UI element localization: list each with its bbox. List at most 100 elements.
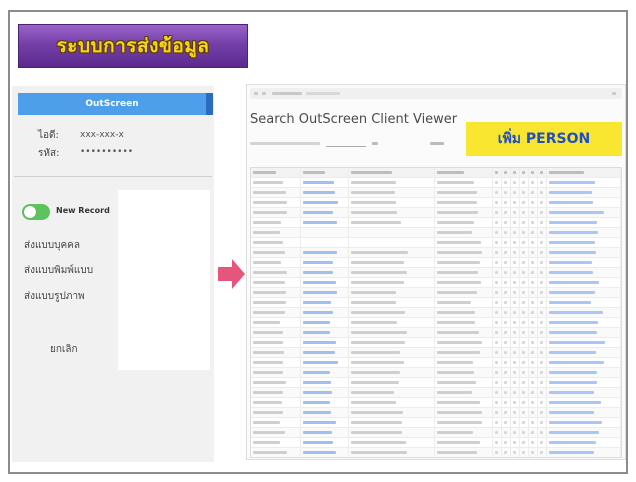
- table-cell-link[interactable]: [547, 348, 621, 357]
- table-cell-link[interactable]: [547, 208, 621, 217]
- table-cell-id[interactable]: [301, 358, 349, 367]
- table-cell-id[interactable]: [301, 318, 349, 327]
- table-cell-link[interactable]: [547, 258, 621, 267]
- table-row[interactable]: [251, 238, 621, 248]
- table-cell-link[interactable]: [547, 438, 621, 447]
- table-cell-link[interactable]: [547, 228, 621, 237]
- table-cell-id[interactable]: [301, 348, 349, 357]
- table-cell-link[interactable]: [547, 398, 621, 407]
- table-cell-id[interactable]: [301, 328, 349, 337]
- table-cell-link[interactable]: [547, 368, 621, 377]
- table-row[interactable]: [251, 358, 621, 368]
- table-row[interactable]: [251, 328, 621, 338]
- password-field[interactable]: ••••••••••: [80, 147, 133, 157]
- table-row[interactable]: [251, 308, 621, 318]
- table-row[interactable]: [251, 278, 621, 288]
- table-cell-id[interactable]: [301, 208, 349, 217]
- table-cell-link[interactable]: [547, 378, 621, 387]
- table-row[interactable]: [251, 298, 621, 308]
- table-cell-link[interactable]: [547, 248, 621, 257]
- table-cell-id[interactable]: [301, 428, 349, 437]
- table-cell-id[interactable]: [301, 308, 349, 317]
- table-cell-id[interactable]: [301, 248, 349, 257]
- table-cell-id[interactable]: [301, 438, 349, 447]
- table-cell-link[interactable]: [547, 218, 621, 227]
- table-row[interactable]: [251, 178, 621, 188]
- option-send-image[interactable]: ส่งแบบรูปภาพ: [24, 289, 85, 304]
- table-row[interactable]: [251, 408, 621, 418]
- option-send-person[interactable]: ส่งแบบบุคคล: [24, 238, 80, 253]
- login-button[interactable]: OutScreen: [18, 93, 206, 115]
- table-cell-id[interactable]: [301, 288, 349, 297]
- table-cell-link[interactable]: [547, 358, 621, 367]
- table-row[interactable]: [251, 398, 621, 408]
- filter-dropdown-icon[interactable]: [372, 142, 378, 145]
- table-cell-link[interactable]: [547, 238, 621, 247]
- table-cell-link[interactable]: [547, 288, 621, 297]
- table-cell-id[interactable]: [301, 368, 349, 377]
- table-cell-id[interactable]: [301, 238, 349, 247]
- id-field[interactable]: xxx-xxx-x: [80, 130, 124, 140]
- new-record-toggle[interactable]: [22, 204, 50, 220]
- table-cell-id[interactable]: [301, 408, 349, 417]
- table-cell-id[interactable]: [301, 228, 349, 237]
- table-cell-link[interactable]: [547, 328, 621, 337]
- table-cell-link[interactable]: [547, 278, 621, 287]
- table-cell-id[interactable]: [301, 178, 349, 187]
- table-cell-link[interactable]: [547, 198, 621, 207]
- table-cell-link[interactable]: [547, 418, 621, 427]
- table-cell-id[interactable]: [301, 198, 349, 207]
- table-cell-link[interactable]: [547, 268, 621, 277]
- table-cell-id[interactable]: [301, 258, 349, 267]
- table-cell-id[interactable]: [301, 278, 349, 287]
- table-cell-link[interactable]: [547, 338, 621, 347]
- table-cell-link[interactable]: [547, 308, 621, 317]
- table-row[interactable]: [251, 248, 621, 258]
- table-cell-id[interactable]: [301, 268, 349, 277]
- table-cell-id[interactable]: [301, 188, 349, 197]
- table-row[interactable]: [251, 418, 621, 428]
- table-cell-link[interactable]: [547, 388, 621, 397]
- back-icon[interactable]: [254, 92, 258, 95]
- add-person-button[interactable]: เพิ่ม PERSON: [466, 122, 622, 156]
- table-row[interactable]: [251, 378, 621, 388]
- table-cell-link[interactable]: [547, 428, 621, 437]
- table-row[interactable]: [251, 198, 621, 208]
- table-cell-link[interactable]: [547, 448, 621, 457]
- table-row[interactable]: [251, 338, 621, 348]
- table-row[interactable]: [251, 318, 621, 328]
- address-bar[interactable]: [250, 88, 622, 99]
- table-cell-id[interactable]: [301, 418, 349, 427]
- login-button-tab[interactable]: [206, 93, 213, 115]
- cancel-button[interactable]: ยกเลิก: [50, 342, 78, 357]
- table-row[interactable]: [251, 268, 621, 278]
- table-row[interactable]: [251, 188, 621, 198]
- option-send-form[interactable]: ส่งแบบพิมพ์แบบ: [24, 263, 93, 278]
- forward-icon[interactable]: [262, 92, 266, 95]
- table-row[interactable]: [251, 218, 621, 228]
- table-cell-id[interactable]: [301, 298, 349, 307]
- table-cell-link[interactable]: [547, 188, 621, 197]
- table-cell-link[interactable]: [547, 408, 621, 417]
- table-cell-id[interactable]: [301, 398, 349, 407]
- table-row[interactable]: [251, 288, 621, 298]
- filter-button[interactable]: [430, 142, 444, 145]
- table-row[interactable]: [251, 258, 621, 268]
- table-row[interactable]: [251, 448, 621, 457]
- table-row[interactable]: [251, 438, 621, 448]
- table-row[interactable]: [251, 228, 621, 238]
- table-cell-id[interactable]: [301, 378, 349, 387]
- table-row[interactable]: [251, 428, 621, 438]
- table-cell-id[interactable]: [301, 218, 349, 227]
- table-row[interactable]: [251, 208, 621, 218]
- table-cell-id[interactable]: [301, 388, 349, 397]
- table-cell-id[interactable]: [301, 338, 349, 347]
- table-row[interactable]: [251, 348, 621, 358]
- filter-input[interactable]: [326, 146, 366, 147]
- table-cell-link[interactable]: [547, 318, 621, 327]
- table-cell-link[interactable]: [547, 298, 621, 307]
- menu-icon[interactable]: [612, 92, 616, 95]
- table-row[interactable]: [251, 388, 621, 398]
- table-cell-link[interactable]: [547, 178, 621, 187]
- table-cell-id[interactable]: [301, 448, 349, 457]
